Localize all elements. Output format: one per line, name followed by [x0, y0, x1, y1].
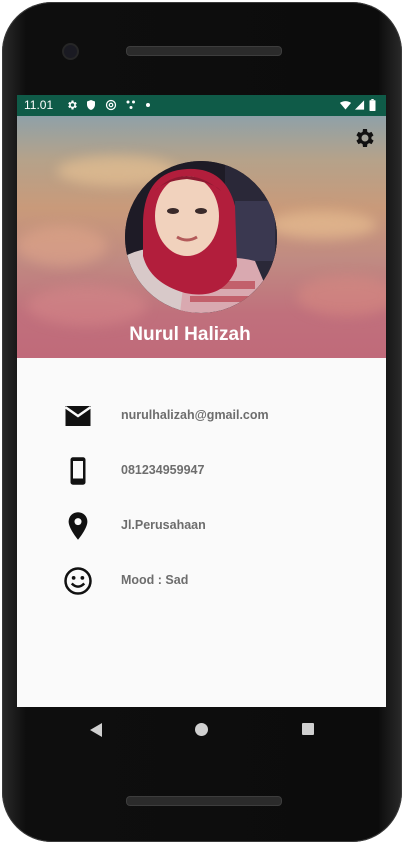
cloud-decoration	[17, 226, 107, 266]
email-row: nurulhalizah@gmail.com	[17, 395, 386, 435]
profile-name: Nurul Halizah	[129, 324, 251, 345]
shield-icon	[87, 100, 95, 110]
phone-icon	[70, 457, 86, 485]
dot-icon	[146, 103, 150, 107]
phone-row: 081234959947	[17, 450, 386, 490]
home-icon[interactable]	[195, 723, 208, 736]
battery-icon	[369, 99, 376, 111]
profile-photo	[125, 161, 277, 313]
bottom-speaker	[126, 796, 282, 806]
email-icon	[64, 406, 92, 426]
location-text: Jl.Perusahaan	[121, 518, 206, 532]
back-icon[interactable]	[89, 723, 103, 737]
email-text: nurulhalizah@gmail.com	[121, 408, 269, 422]
profile-header: Nurul Halizah	[17, 116, 386, 358]
gear-icon[interactable]	[352, 126, 376, 150]
cloud-decoration	[27, 286, 147, 326]
mood-text: Mood : Sad	[121, 573, 189, 587]
cloud-decoration	[267, 211, 377, 239]
status-bar: 11.01	[17, 95, 386, 116]
cloud-decoration	[297, 276, 386, 316]
earpiece-speaker	[126, 46, 282, 56]
location-icon	[68, 512, 88, 540]
front-camera	[64, 45, 77, 58]
background-edge	[403, 0, 407, 846]
system-nav-bar	[17, 707, 386, 753]
recent-apps-icon[interactable]	[302, 723, 314, 735]
signal-icon	[354, 100, 365, 110]
smile-icon	[64, 567, 92, 595]
profile-avatar[interactable]	[125, 161, 277, 313]
vpn-icon	[105, 99, 117, 111]
wifi-icon	[340, 101, 351, 110]
mood-row: Mood : Sad	[17, 560, 386, 600]
phone-text: 081234959947	[121, 463, 205, 477]
status-time: 11.01	[24, 98, 54, 112]
notification-icon	[126, 100, 135, 109]
app-screen: 11.01 Nurul Halizah nurulhalizah@gmail.c…	[17, 95, 386, 707]
location-row: Jl.Perusahaan	[17, 505, 386, 545]
gear-icon	[68, 100, 77, 110]
